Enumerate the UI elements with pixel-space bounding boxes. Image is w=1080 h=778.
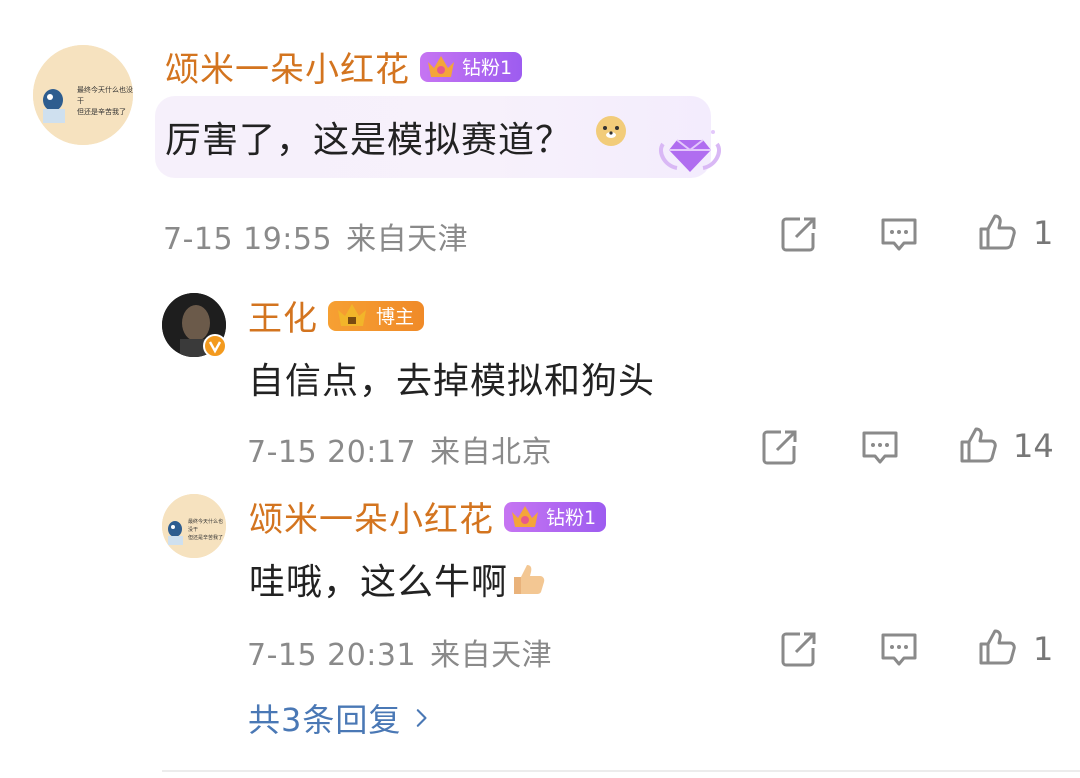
comment-text: 自信点，去掉模拟和狗头 [248, 361, 656, 402]
comment-icon[interactable] [861, 428, 899, 466]
like-icon[interactable] [978, 213, 1016, 251]
avatar-caption: 但还是辛苦我了 [188, 535, 224, 541]
share-icon[interactable] [780, 630, 818, 668]
location: 来自北京 [430, 435, 553, 470]
avatar-caption: 但还是辛苦我了 [77, 108, 126, 116]
divider [162, 770, 1080, 772]
comment-meta: 7-15 19:55 来自天津 [163, 214, 468, 258]
comment-text: 哇哦，这么牛啊 [249, 562, 509, 603]
crown-icon [338, 303, 366, 326]
like-count: 1 [1033, 214, 1054, 252]
like-icon[interactable] [959, 426, 997, 464]
blogger-badge[interactable]: 博主 [328, 300, 425, 331]
comment-icon[interactable] [880, 215, 918, 253]
like-count: 14 [1013, 427, 1054, 465]
avatar-caption: 最终今天什么也没干 [77, 86, 133, 105]
like-icon[interactable] [978, 628, 1016, 666]
doge-emoji [596, 116, 626, 146]
timestamp: 7-15 20:31 [247, 638, 417, 673]
comment-text: 厉害了，这是模拟赛道？ [165, 120, 573, 161]
comment-meta: 7-15 20:17 来自北京 [247, 427, 552, 471]
fan-badge-label: 钻粉1 [546, 507, 597, 529]
view-replies-link[interactable]: 共3条回复 [248, 695, 429, 741]
crown-icon [512, 505, 538, 527]
location: 来自天津 [346, 222, 469, 257]
blogger-badge-label: 博主 [376, 306, 415, 328]
fan-badge-label: 钻粉1 [462, 57, 513, 79]
avatar[interactable]: 最终今天什么也没干 但还是辛苦我了 [162, 494, 226, 558]
share-icon[interactable] [780, 215, 818, 253]
timestamp: 7-15 19:55 [163, 222, 333, 257]
avatar[interactable]: 最终今天什么也没干 但还是辛苦我了 [33, 45, 133, 145]
verified-icon [203, 334, 227, 358]
fan-badge[interactable]: 钻粉1 [420, 51, 523, 82]
like-count: 1 [1033, 630, 1054, 668]
share-icon[interactable] [761, 428, 799, 466]
comment-icon[interactable] [880, 630, 918, 668]
username[interactable]: 颂米一朵小红花 [249, 492, 494, 541]
crown-icon [428, 55, 454, 77]
username[interactable]: 王化 [248, 291, 318, 340]
thumbs-up-emoji [514, 565, 545, 594]
comment-meta: 7-15 20:31 来自天津 [247, 630, 552, 674]
fan-badge[interactable]: 钻粉1 [504, 501, 607, 532]
diamond-decoration [658, 130, 722, 172]
username[interactable]: 颂米一朵小红花 [165, 42, 410, 91]
timestamp: 7-15 20:17 [247, 435, 417, 470]
view-replies-label: 共3条回复 [248, 701, 402, 739]
avatar-caption: 最终今天什么也没干 [188, 519, 224, 533]
chevron-right-icon [417, 709, 427, 727]
location: 来自天津 [430, 638, 553, 673]
